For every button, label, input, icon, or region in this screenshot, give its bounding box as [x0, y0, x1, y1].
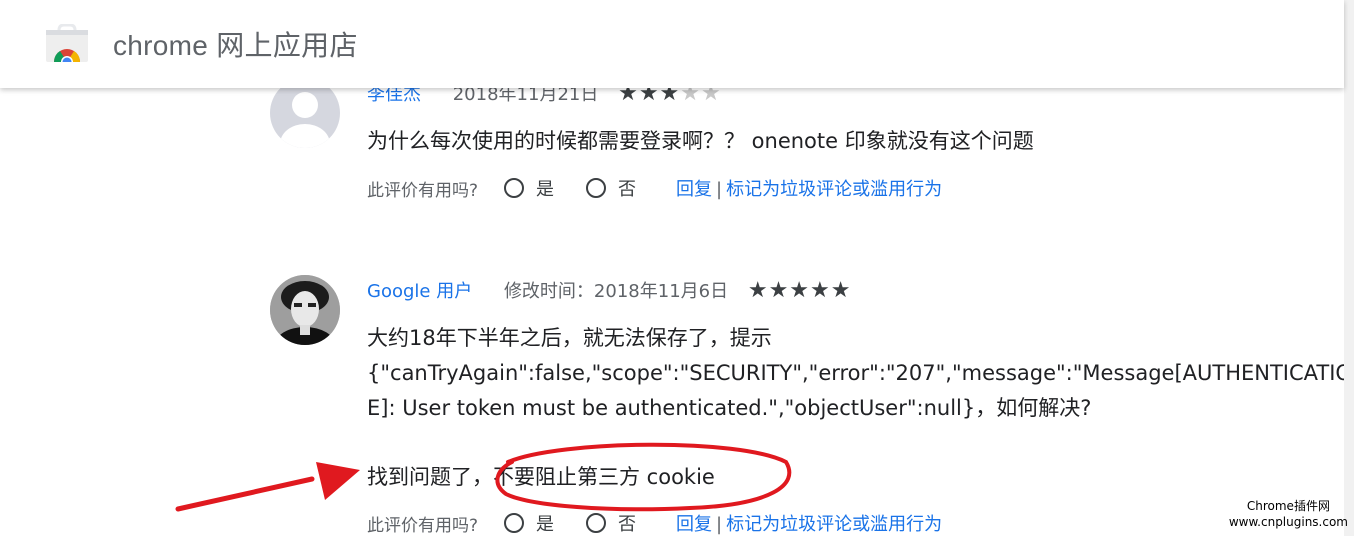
- helpful-row: 此评价有用吗? 是 否 回复 | 标记为垃圾评论或滥用行为: [367, 510, 942, 536]
- no-label: 否: [618, 514, 637, 535]
- helpful-no-radio[interactable]: 否: [586, 175, 636, 201]
- radio-circle-icon[interactable]: [504, 178, 525, 198]
- link-separator: |: [716, 514, 723, 535]
- review-text: 为什么每次使用的时候都需要登录啊？？ onenote 印象就没有这个问题: [367, 124, 1034, 159]
- avatar: [270, 78, 340, 148]
- radio-circle-icon[interactable]: [586, 178, 607, 198]
- helpful-no-radio[interactable]: 否: [586, 510, 636, 536]
- review-text-line: 找到问题了，不要阻止第三方 cookie: [367, 465, 715, 489]
- chrome-web-store-icon[interactable]: [46, 23, 88, 68]
- review-author[interactable]: Google 用户: [367, 281, 472, 302]
- page-scrollbar[interactable]: [1344, 0, 1354, 536]
- avatar: [270, 275, 340, 345]
- review-actions: 回复 | 标记为垃圾评论或滥用行为: [676, 510, 942, 536]
- review-text: 大约18年下半年之后，就无法保存了，提示 {"canTryAgain":fals…: [367, 321, 1352, 426]
- store-header: chrome 网上应用店: [0, 0, 1344, 88]
- helpful-yes-radio[interactable]: 是: [504, 175, 554, 201]
- helpful-label: 此评价有用吗?: [367, 180, 479, 201]
- site-watermark: Chrome插件网 www.cnplugins.com: [1229, 498, 1348, 530]
- link-separator: |: [716, 179, 723, 200]
- yes-label: 是: [536, 514, 555, 535]
- annotation-arrow-icon: [175, 462, 360, 512]
- helpful-label: 此评价有用吗?: [367, 515, 479, 536]
- watermark-line: Chrome插件网: [1246, 499, 1330, 513]
- report-abuse-link[interactable]: 标记为垃圾评论或滥用行为: [726, 179, 942, 200]
- review-text-line: {"canTryAgain":false,"scope":"SECURITY",…: [367, 361, 1352, 385]
- yes-label: 是: [536, 179, 555, 200]
- review-text-line: 为什么每次使用的时候都需要登录啊？？ onenote 印象就没有这个问题: [367, 129, 1034, 153]
- report-abuse-link[interactable]: 标记为垃圾评论或滥用行为: [726, 514, 942, 535]
- page-title: chrome 网上应用店: [113, 30, 358, 61]
- helpful-yes-radio[interactable]: 是: [504, 510, 554, 536]
- radio-circle-icon[interactable]: [586, 513, 607, 533]
- star-rating: ★★★★★: [747, 278, 852, 303]
- reply-link[interactable]: 回复: [676, 514, 712, 535]
- review-text-line: E]: User token must be authenticated.","…: [367, 396, 1092, 420]
- reply-link[interactable]: 回复: [676, 179, 712, 200]
- review-followup-text: 找到问题了，不要阻止第三方 cookie: [367, 460, 715, 495]
- review-meta: Google 用户 修改时间：2018年11月6日 ★★★★★: [367, 277, 851, 303]
- no-label: 否: [618, 179, 637, 200]
- review-actions: 回复 | 标记为垃圾评论或滥用行为: [676, 175, 942, 201]
- watermark-line: www.cnplugins.com: [1228, 515, 1348, 529]
- helpful-row: 此评价有用吗? 是 否 回复 | 标记为垃圾评论或滥用行为: [367, 175, 942, 201]
- review-date: 修改时间：2018年11月6日: [503, 281, 729, 302]
- review-text-line: 大约18年下半年之后，就无法保存了，提示: [367, 326, 772, 350]
- radio-circle-icon[interactable]: [504, 513, 525, 533]
